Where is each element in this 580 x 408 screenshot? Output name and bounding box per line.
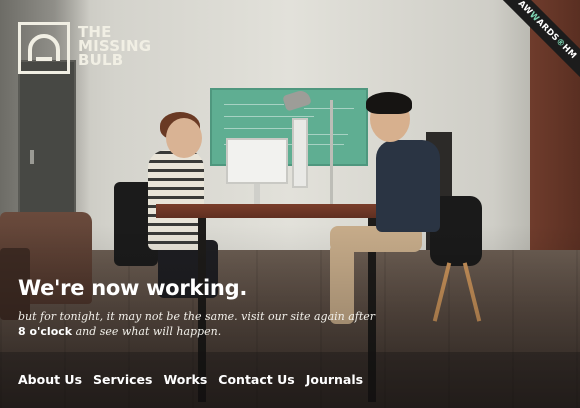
nav-contact-us[interactable]: Contact Us [218, 372, 294, 387]
nav-about-us[interactable]: About Us [18, 372, 82, 387]
hero-subtext-part1: but for tonight, it may not be the same.… [18, 310, 376, 323]
hero-headline: We're now working. [18, 276, 247, 300]
awwwards-ribbon-label: AW W ARDS ® HM [500, 0, 580, 80]
nav-services[interactable]: Services [93, 372, 152, 387]
bulb-logo-icon [18, 22, 70, 74]
nav-journals[interactable]: Journals [306, 372, 363, 387]
main-nav: About Us Services Works Contact Us Journ… [18, 372, 363, 387]
ribbon-text-hm: HM [559, 42, 579, 62]
nav-works[interactable]: Works [163, 372, 207, 387]
site-logo[interactable]: The Missing Bulb [18, 22, 151, 74]
logo-line-3: Bulb [78, 51, 124, 69]
awwwards-ribbon[interactable]: AW W ARDS ® HM [500, 0, 580, 80]
hero-time: 8 o'clock [18, 325, 73, 338]
hero-subtext: but for tonight, it may not be the same.… [18, 309, 378, 339]
hero-subtext-part2: and see what will happen. [75, 325, 222, 338]
logo-wordmark: The Missing Bulb [78, 22, 151, 69]
